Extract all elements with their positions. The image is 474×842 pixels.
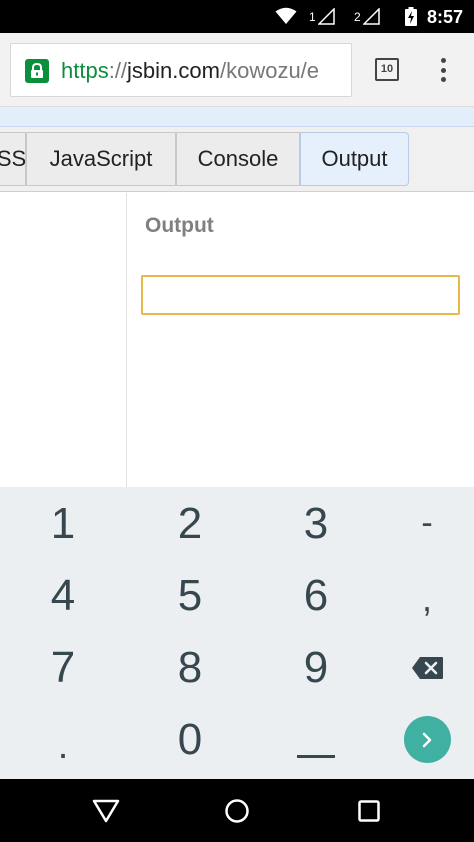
back-icon bbox=[92, 799, 120, 823]
status-bar: 1 2 8:57 bbox=[0, 0, 474, 33]
key-dot[interactable]: . bbox=[4, 703, 122, 776]
tab-javascript[interactable]: JavaScript bbox=[26, 132, 176, 186]
key-5[interactable]: 5 bbox=[131, 559, 249, 632]
key-3[interactable]: 3 bbox=[257, 487, 375, 560]
key-4[interactable]: 4 bbox=[4, 559, 122, 632]
signal-icon bbox=[362, 8, 380, 25]
panel-tabs: CSS JavaScript Console Output bbox=[0, 127, 474, 192]
overflow-menu-icon[interactable] bbox=[433, 55, 453, 85]
system-nav-bar bbox=[0, 779, 474, 842]
sim2-signal: 2 bbox=[354, 8, 380, 25]
go-button[interactable] bbox=[403, 716, 451, 763]
info-strip bbox=[0, 107, 474, 127]
sim1-label: 1 bbox=[309, 10, 316, 24]
output-heading: Output bbox=[145, 214, 214, 237]
tab-switcher-button[interactable]: 10 bbox=[375, 58, 399, 81]
key-8[interactable]: 8 bbox=[131, 631, 249, 704]
battery-charging-icon bbox=[405, 7, 417, 26]
output-number-input[interactable] bbox=[141, 275, 460, 315]
url-scheme: https bbox=[61, 58, 109, 83]
space-key[interactable] bbox=[257, 703, 375, 776]
lock-icon[interactable] bbox=[25, 59, 49, 83]
recents-icon bbox=[358, 800, 380, 822]
space-bar-icon bbox=[297, 755, 335, 758]
wifi-icon bbox=[275, 7, 297, 24]
url-bar[interactable]: https://jsbin.com/kowozu/e bbox=[10, 43, 352, 97]
nav-recents-button[interactable] bbox=[354, 796, 384, 826]
nav-back-button[interactable] bbox=[91, 796, 121, 826]
output-pane: Output bbox=[128, 193, 474, 487]
backspace-key[interactable] bbox=[368, 631, 474, 704]
key-0[interactable]: 0 bbox=[131, 703, 249, 776]
editor-pane[interactable] bbox=[0, 193, 127, 487]
key-2[interactable]: 2 bbox=[131, 487, 249, 560]
backspace-icon bbox=[411, 656, 443, 679]
go-key[interactable] bbox=[368, 703, 474, 776]
key-9[interactable]: 9 bbox=[257, 631, 375, 704]
tab-output[interactable]: Output bbox=[300, 132, 409, 186]
sim2-label: 2 bbox=[354, 10, 361, 24]
clock: 8:57 bbox=[427, 7, 464, 27]
key-dash[interactable]: - bbox=[368, 487, 474, 560]
url-host: jsbin.com bbox=[127, 58, 220, 83]
key-7[interactable]: 7 bbox=[4, 631, 122, 704]
tab-console[interactable]: Console bbox=[176, 132, 300, 186]
home-icon bbox=[225, 799, 249, 823]
signal-icon bbox=[317, 8, 335, 25]
url-path: /kowozu/e bbox=[219, 58, 320, 83]
url-separator: :// bbox=[108, 58, 128, 83]
key-1[interactable]: 1 bbox=[4, 487, 122, 560]
numeric-keyboard: 1 2 3 - 4 5 6 , 7 8 9 . 0 bbox=[0, 487, 474, 779]
chevron-right-icon bbox=[422, 732, 432, 747]
key-comma[interactable]: , bbox=[368, 559, 474, 632]
url-text[interactable]: https://jsbin.com/kowozu/e bbox=[61, 58, 319, 84]
browser-toolbar: https://jsbin.com/kowozu/e 10 bbox=[0, 33, 474, 107]
tab-css[interactable]: CSS bbox=[0, 132, 26, 186]
key-6[interactable]: 6 bbox=[257, 559, 375, 632]
sim1-signal: 1 bbox=[309, 8, 335, 25]
nav-home-button[interactable] bbox=[222, 796, 252, 826]
